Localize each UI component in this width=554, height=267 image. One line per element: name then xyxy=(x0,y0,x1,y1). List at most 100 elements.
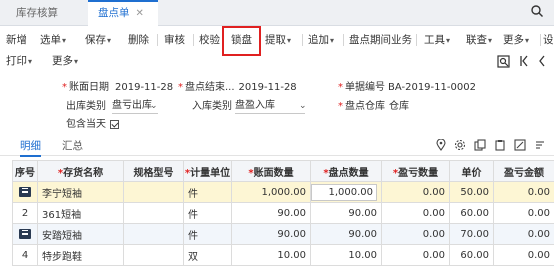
book-date-value[interactable]: 2019-11-28 xyxy=(115,82,173,93)
chevron-down-icon[interactable]: ⌄ xyxy=(299,98,307,114)
amount-cell[interactable]: 0.00 xyxy=(493,244,554,266)
doc-number-value[interactable]: BA-2019-11-0002 xyxy=(388,82,476,93)
select-doc-button[interactable]: 选单▾ xyxy=(40,31,66,49)
diff-qty-cell[interactable]: 0.00 xyxy=(381,202,450,224)
table-row[interactable]: 李宁短袖 件 1,000.00 1,000.00 0.00 50.00 0.00 xyxy=(12,181,554,203)
locate-search-icon[interactable] xyxy=(497,54,510,68)
amount-cell[interactable]: 0.00 xyxy=(493,202,554,224)
tools-button[interactable]: 工具▾ xyxy=(424,31,450,49)
book-qty-cell[interactable]: 1,000.00 xyxy=(231,181,311,203)
paste-row-icon[interactable] xyxy=(494,139,506,151)
row-handle-cell[interactable] xyxy=(12,181,38,203)
save-button[interactable]: 保存▾ xyxy=(85,31,111,49)
warehouse-field: * 盘点仓库 仓库 xyxy=(338,98,409,116)
approve-button[interactable]: 审核 xyxy=(164,31,185,49)
col-diff-qty[interactable]: *盈亏数量 xyxy=(381,160,450,182)
include-today-field: 包含当天 xyxy=(66,116,119,134)
price-cell[interactable]: 50.00 xyxy=(449,181,494,203)
count-qty-cell[interactable]: 90.00 xyxy=(310,223,382,245)
table-row[interactable]: 4 特步跑鞋 双 10.00 10.00 0.00 60.00 0.00 xyxy=(12,244,554,266)
col-price[interactable]: 单价 xyxy=(449,160,494,182)
linked-query-label: 联查 xyxy=(466,34,487,46)
detail-tabs: 明细 汇总 xyxy=(0,136,554,157)
col-name[interactable]: *存货名称 xyxy=(37,160,124,182)
spec-cell[interactable] xyxy=(123,244,184,266)
previous-record-icon[interactable] xyxy=(538,55,546,67)
col-unit[interactable]: *计量单位 xyxy=(183,160,232,182)
row-action-icon[interactable] xyxy=(19,186,31,197)
chevron-down-icon: ▾ xyxy=(62,36,67,45)
spec-cell[interactable] xyxy=(123,202,184,224)
period-business-button[interactable]: 盘点期间业务 xyxy=(349,31,412,49)
price-cell[interactable]: 70.00 xyxy=(449,223,494,245)
verify-label: 校验 xyxy=(199,34,220,46)
add-label: 新增 xyxy=(6,34,27,46)
count-qty-cell[interactable]: 90.00 xyxy=(310,202,382,224)
price-cell[interactable]: 60.00 xyxy=(449,244,494,266)
col-book-qty[interactable]: *账面数量 xyxy=(231,160,311,182)
count-qty-cell[interactable]: 10.00 xyxy=(310,244,382,266)
col-count-qty[interactable]: *盘点数量 xyxy=(310,160,382,182)
copy-row-icon[interactable] xyxy=(474,139,486,151)
spec-cell[interactable] xyxy=(123,223,184,245)
table-row[interactable]: 2 361短袖 件 90.00 90.00 0.00 60.00 0.00 xyxy=(12,202,554,224)
unit-cell[interactable]: 件 xyxy=(183,223,232,245)
name-cell[interactable]: 361短袖 xyxy=(37,202,124,224)
book-qty-cell[interactable]: 10.00 xyxy=(231,244,311,266)
linked-query-button[interactable]: 联查▾ xyxy=(466,31,492,49)
warehouse-value[interactable]: 仓库 xyxy=(389,101,409,112)
row-action-icon[interactable] xyxy=(19,228,31,239)
diff-qty-cell[interactable]: 0.00 xyxy=(381,244,450,266)
settings-label: 设置 xyxy=(543,34,554,46)
chevron-down-icon: ▾ xyxy=(28,57,33,66)
name-cell[interactable]: 安踏短袖 xyxy=(37,223,124,245)
print-button[interactable]: 打印▾ xyxy=(6,53,32,68)
price-cell[interactable]: 60.00 xyxy=(449,202,494,224)
count-qty-cell[interactable]: 1,000.00 xyxy=(310,181,382,203)
col-seq[interactable]: 序号 xyxy=(12,160,38,182)
delete-button[interactable]: 删除 xyxy=(128,31,149,49)
location-pin-icon[interactable] xyxy=(436,139,446,151)
name-cell[interactable]: 特步跑鞋 xyxy=(37,244,124,266)
warehouse-label: 盘点仓库 xyxy=(345,101,385,112)
import-icon[interactable] xyxy=(514,139,526,151)
spec-cell[interactable] xyxy=(123,181,184,203)
more-button[interactable]: 更多▾ xyxy=(503,31,529,49)
more2-button[interactable]: 更多▾ xyxy=(52,53,78,68)
tab-detail[interactable]: 明细 xyxy=(20,138,41,157)
chevron-down-icon[interactable]: ⌄ xyxy=(150,98,158,114)
sort-icon[interactable] xyxy=(534,139,546,151)
amount-cell[interactable]: 0.00 xyxy=(493,223,554,245)
settings-gear-icon[interactable] xyxy=(454,139,466,151)
add-button[interactable]: 新增 xyxy=(6,31,27,49)
amount-cell[interactable]: 0.00 xyxy=(493,181,554,203)
col-amount[interactable]: 盈亏金额 xyxy=(493,160,554,182)
diff-qty-cell[interactable]: 0.00 xyxy=(381,223,450,245)
tab-summary[interactable]: 汇总 xyxy=(62,138,83,153)
tab-inventory-accounting[interactable]: 库存核算 xyxy=(16,0,58,26)
book-qty-cell[interactable]: 90.00 xyxy=(231,223,311,245)
in-type-select[interactable]: 盘盈入库 xyxy=(235,98,305,114)
verify-button[interactable]: 校验 xyxy=(199,31,220,49)
unit-cell[interactable]: 件 xyxy=(183,181,232,203)
end-date-value[interactable]: 2019-11-28 xyxy=(239,82,297,93)
count-qty-input[interactable]: 1,000.00 xyxy=(311,183,377,201)
tab-stocktake[interactable]: 盘点单 ✕ xyxy=(88,0,158,27)
diff-qty-cell[interactable]: 0.00 xyxy=(381,181,450,203)
name-cell[interactable]: 李宁短袖 xyxy=(37,181,124,203)
include-today-checkbox[interactable] xyxy=(110,119,119,129)
close-icon[interactable]: ✕ xyxy=(136,8,144,19)
search-icon[interactable] xyxy=(530,4,544,18)
col-spec[interactable]: 规格型号 xyxy=(123,160,184,182)
unit-cell[interactable]: 双 xyxy=(183,244,232,266)
table-row[interactable]: 安踏短袖 件 90.00 90.00 0.00 70.00 0.00 xyxy=(12,223,554,245)
row-handle-cell[interactable] xyxy=(12,223,38,245)
append-button[interactable]: 追加▾ xyxy=(308,31,334,49)
extract-button[interactable]: 提取▾ xyxy=(265,31,291,49)
unit-cell[interactable]: 件 xyxy=(183,202,232,224)
more-label: 更多 xyxy=(503,34,524,46)
chevron-down-icon: ▾ xyxy=(446,36,451,45)
settings-button[interactable]: 设置 xyxy=(543,31,554,49)
book-qty-cell[interactable]: 90.00 xyxy=(231,202,311,224)
first-record-icon[interactable] xyxy=(519,55,529,67)
